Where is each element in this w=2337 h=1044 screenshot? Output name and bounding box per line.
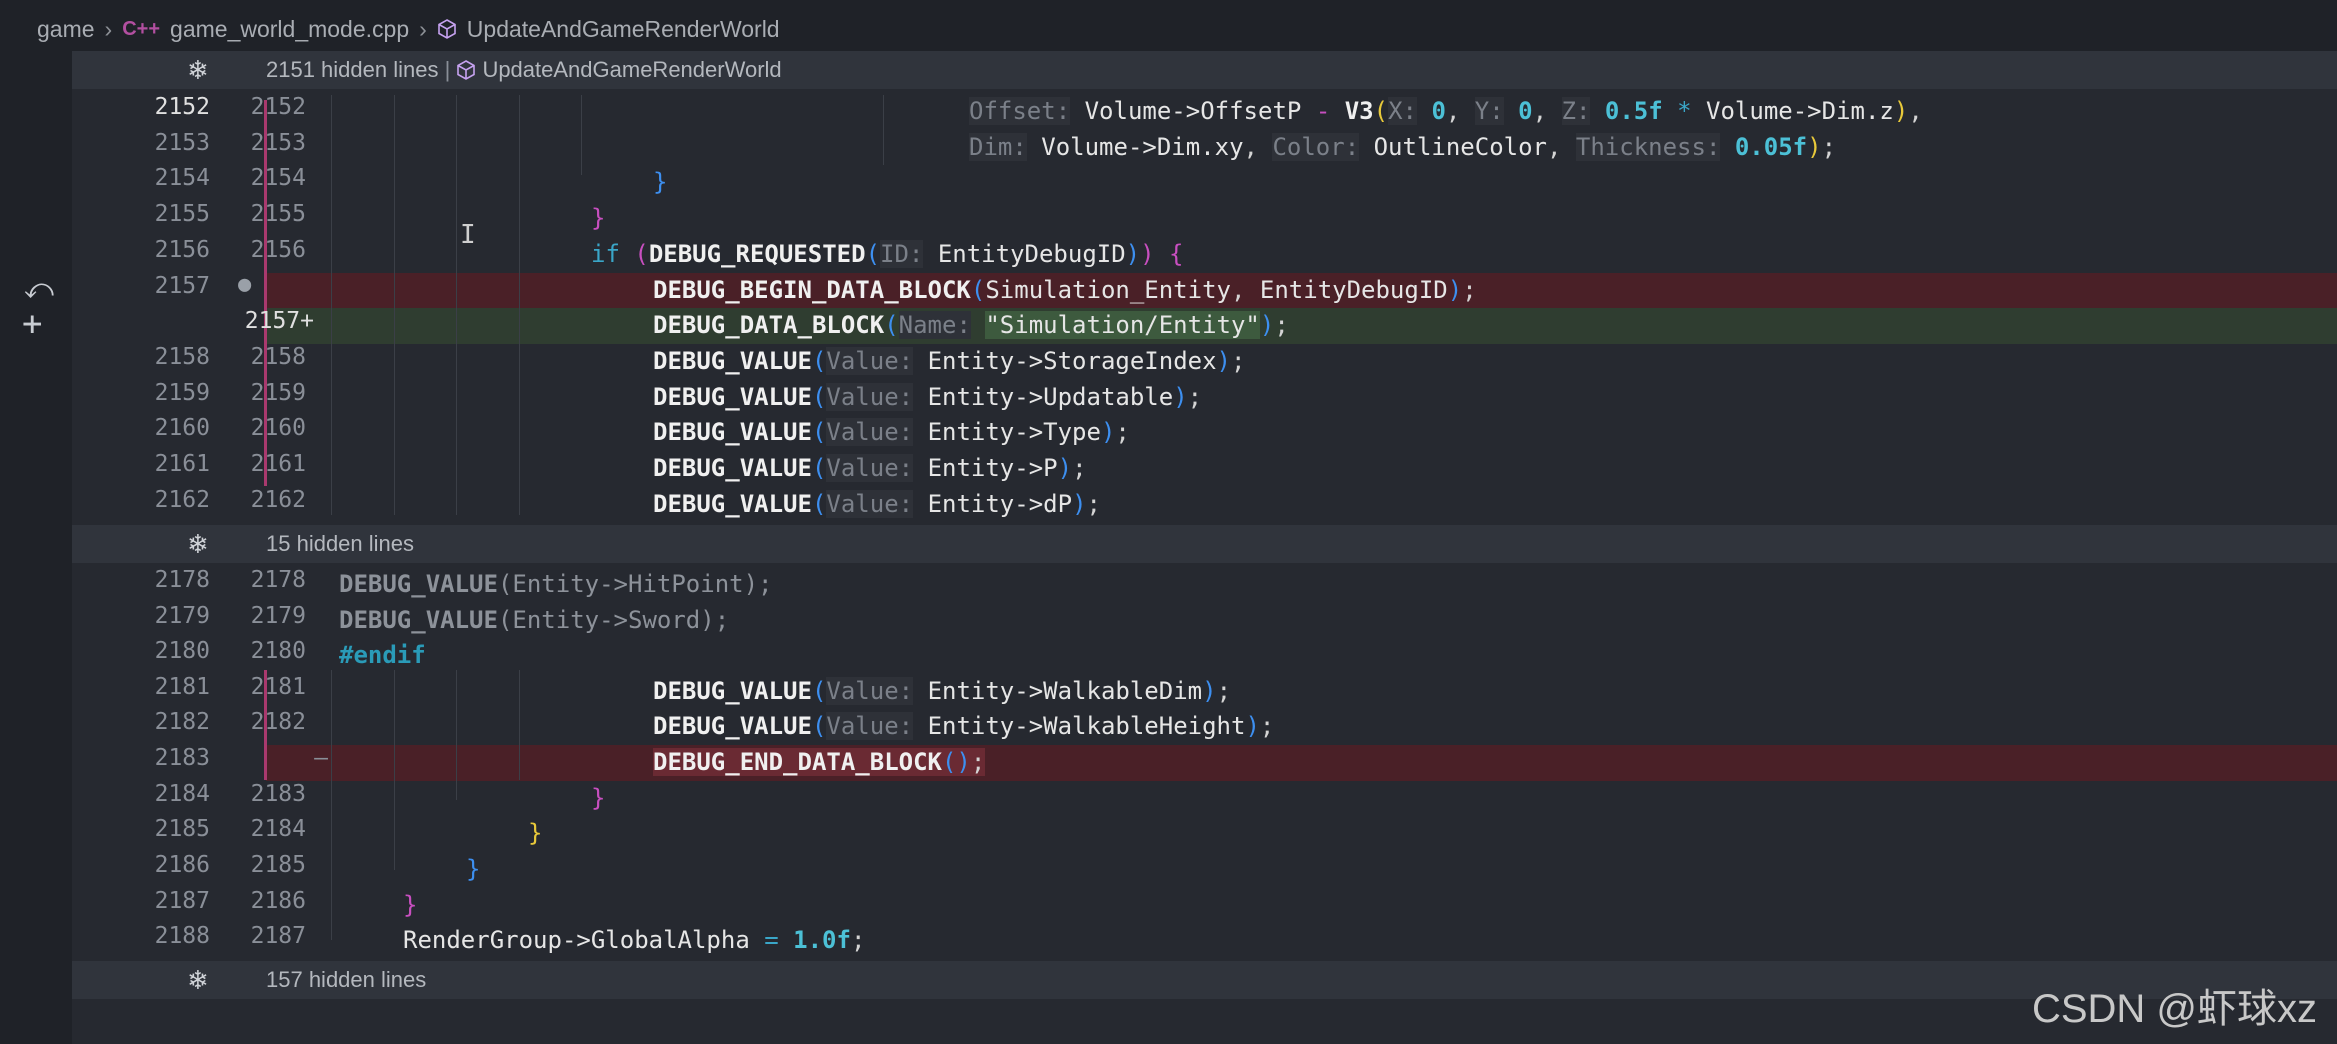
chevron-right-icon: › — [419, 15, 427, 42]
watermark: CSDN @虾球xz — [2031, 987, 2317, 1031]
unfold-icon[interactable]: ❄ — [187, 965, 209, 996]
code-line[interactable]: 2188 2187 RenderGroup->GlobalAlpha = 1.0f… — [72, 923, 2337, 959]
code-line[interactable]: 2186 2185 } — [72, 852, 2337, 888]
plus-icon[interactable]: + — [22, 304, 42, 344]
breadcrumb-symbol[interactable]: UpdateAndGameRenderWorld — [467, 16, 780, 43]
hidden-lines-label: 15 hidden lines — [266, 531, 415, 556]
code-line[interactable]: 2178 2178 DEBUG_VALUE(Entity->HitPoint); — [72, 567, 2337, 603]
unfold-icon[interactable]: ❄ — [187, 55, 209, 86]
hidden-lines-banner[interactable]: ❄ 157 hidden lines — [72, 961, 2337, 999]
code-line-added[interactable]: 2157+ DEBUG_DATA_BLOCK(Name: "Simulation… — [72, 308, 2337, 344]
code-line[interactable]: 2158 2158 DEBUG_VALUE(Value: Entity->Stor… — [72, 344, 2337, 380]
code-line[interactable]: 2161 2161 DEBUG_VALUE(Value: Entity->P); — [72, 451, 2337, 487]
breadcrumb-root[interactable]: game — [37, 16, 95, 43]
chevron-right-icon: › — [104, 15, 113, 42]
breadcrumb-file[interactable]: game_world_mode.cpp — [170, 16, 409, 43]
unfold-icon[interactable]: ❄ — [187, 529, 209, 560]
code-line[interactable]: 2155 2155 } — [72, 201, 2337, 237]
code-line[interactable]: 2154 2154 } — [72, 165, 2337, 201]
code-line-deleted[interactable]: 2183— DEBUG_END_DATA_BLOCK(); — [72, 745, 2337, 781]
code-line[interactable]: 2162 2162 DEBUG_VALUE(Value: Entity->dP); — [72, 487, 2337, 523]
code-line[interactable]: 2184 2183 } — [72, 781, 2337, 817]
symbol-method-icon — [437, 19, 456, 39]
code-line[interactable]: 2182 2182 DEBUG_VALUE(Value: Entity->Walk… — [72, 709, 2337, 745]
revert-icon[interactable]: ⤺ — [24, 272, 54, 306]
code-line[interactable]: 2185 2184 } — [72, 816, 2337, 852]
hidden-lines-banner[interactable]: ❄ 2151 hidden lines | UpdateAndGameRende… — [72, 51, 2337, 89]
cpp-file-icon: C++ — [122, 17, 161, 40]
code-line[interactable]: 2179 2179 DEBUG_VALUE(Entity->Sword); — [72, 603, 2337, 639]
symbol-method-icon — [457, 60, 476, 80]
code-line[interactable]: 2159 2159 DEBUG_VALUE(Value: Entity->Upda… — [72, 380, 2337, 416]
code-line[interactable]: 2152 2152 Offset: Volume->OffsetP - V3(X:… — [72, 94, 2337, 130]
code-line[interactable]: 2156 2156 if (DEBUG_REQUESTED(ID: EntityD… — [72, 237, 2337, 273]
hidden-lines-symbol[interactable]: UpdateAndGameRenderWorld — [482, 57, 781, 82]
code-line[interactable]: 2153 2153 Dim: Volume->Dim.xy, Color: Out… — [72, 130, 2337, 166]
hidden-lines-label: 2151 hidden lines — [266, 57, 439, 82]
code-line[interactable]: 2181 2181 DEBUG_VALUE(Value: Entity->Walk… — [72, 674, 2337, 710]
hidden-lines-banner[interactable]: ❄ 15 hidden lines — [72, 525, 2337, 563]
code-line[interactable]: 2180 2180 #endif — [72, 638, 2337, 674]
breadcrumb: game › C++ game_world_mode.cpp › UpdateA… — [0, 0, 2337, 58]
code-line-deleted[interactable]: 2157 DEBUG_BEGIN_DATA_BLOCK(Simulation_E… — [72, 273, 2337, 309]
hidden-lines-label: 157 hidden lines — [266, 967, 427, 992]
code-line[interactable]: 2160 2160 DEBUG_VALUE(Value: Entity->Type… — [72, 415, 2337, 451]
gutter — [0, 58, 72, 1044]
code-line[interactable]: 2187 2186 } — [72, 888, 2337, 924]
